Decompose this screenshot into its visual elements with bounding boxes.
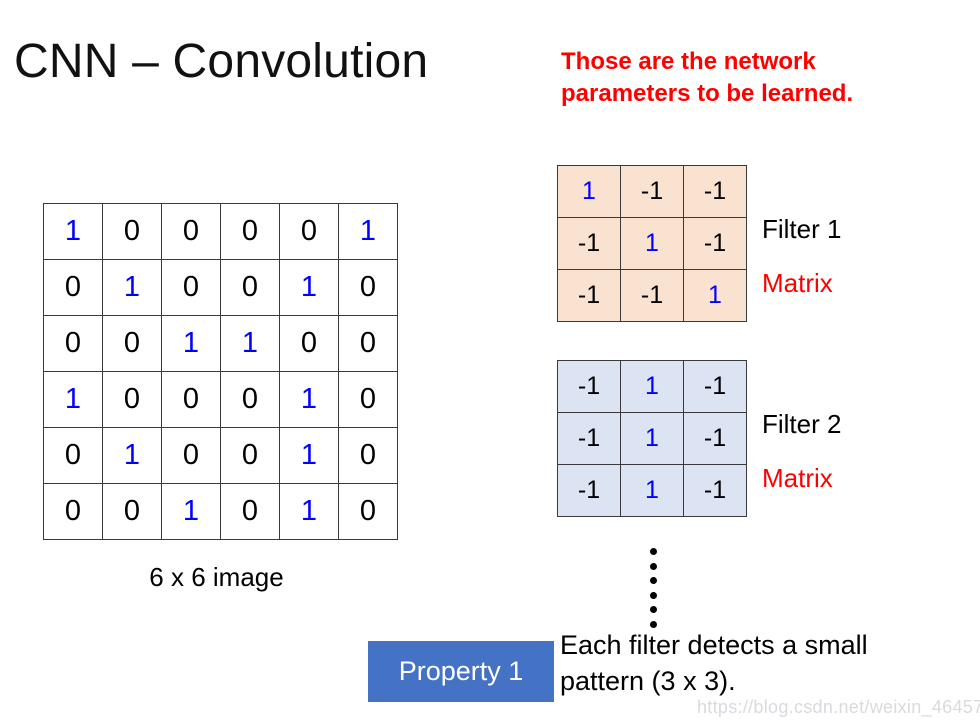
input-matrix-cell-r2c1: 0 xyxy=(43,259,103,316)
filter-2-matrix-word: Matrix xyxy=(762,462,833,493)
filter-1-matrix: 1 -1 -1 -1 1 -1 -1 -1 1 xyxy=(557,165,747,322)
ellipsis-dot xyxy=(649,606,657,614)
input-matrix-cell-r1c2: 0 xyxy=(102,203,162,260)
input-matrix-cell-r1c5: 0 xyxy=(279,203,339,260)
input-matrix-cell-r5c5: 1 xyxy=(279,427,339,484)
input-matrix-cell-r5c2: 1 xyxy=(102,427,162,484)
input-matrix-row: 010010 xyxy=(43,259,398,316)
filter-1-cell-r3c1: -1 xyxy=(557,269,621,322)
filter-1-cell-r2c3: -1 xyxy=(683,217,747,270)
filter-2-cell-r3c3: -1 xyxy=(683,464,747,517)
watermark: https://blog.csdn.net/weixin_46457885 xyxy=(697,697,980,717)
network-parameters-note-line-1: Those are the network xyxy=(561,48,816,75)
filter-2-cell-r3c1: -1 xyxy=(557,464,621,517)
input-matrix-cell-r5c6: 0 xyxy=(338,427,398,484)
input-matrix-cell-r5c1: 0 xyxy=(43,427,103,484)
filter-1-cell-r3c2: -1 xyxy=(620,269,684,322)
input-matrix-cell-r4c2: 0 xyxy=(102,371,162,428)
input-matrix-cell-r6c1: 0 xyxy=(43,483,103,540)
input-matrix-cell-r4c6: 0 xyxy=(338,371,398,428)
filter-1-matrix-word: Matrix xyxy=(762,267,833,298)
input-matrix-cell-r6c4: 0 xyxy=(220,483,280,540)
filter-1-cell-r3c3: 1 xyxy=(683,269,747,322)
input-matrix-row: 010010 xyxy=(43,427,398,484)
input-matrix-cell-r2c5: 1 xyxy=(279,259,339,316)
input-matrix-cell-r5c4: 0 xyxy=(220,427,280,484)
filter-1-name: Filter 1 xyxy=(762,214,842,244)
filter-2-cell-r2c1: -1 xyxy=(557,412,621,465)
ellipsis-dot xyxy=(649,577,657,585)
filter-1-row: 1 -1 -1 xyxy=(557,165,747,218)
network-parameters-note-line-2: parameters to be learned. xyxy=(561,79,854,107)
filter-2-cell-r1c1: -1 xyxy=(557,360,621,413)
input-matrix-cell-r4c1: 1 xyxy=(43,371,103,428)
filter-2-row: -1 1 -1 xyxy=(557,412,747,465)
input-matrix-cell-r6c6: 0 xyxy=(338,483,398,540)
input-matrix-cell-r3c2: 0 xyxy=(102,315,162,372)
property-1-description: Each filter detects a small pattern (3 x … xyxy=(560,628,975,699)
input-matrix-cell-r4c5: 1 xyxy=(279,371,339,428)
input-matrix-cell-r2c4: 0 xyxy=(220,259,280,316)
filter-1-cell-r1c2: -1 xyxy=(620,165,684,218)
network-parameters-note: Those are the network parameters to be le… xyxy=(561,46,971,110)
filter-1-cell-r1c1: 1 xyxy=(557,165,621,218)
input-matrix-cell-r6c2: 0 xyxy=(102,483,162,540)
ellipsis-dot xyxy=(649,591,657,599)
input-matrix-cell-r1c4: 0 xyxy=(220,203,280,260)
filter-2-cell-r2c3: -1 xyxy=(683,412,747,465)
filter-2-cell-r3c2: 1 xyxy=(620,464,684,517)
filter-1-row: -1 1 -1 xyxy=(557,217,747,270)
input-matrix-cell-r2c6: 0 xyxy=(338,259,398,316)
property-1-badge: Property 1 xyxy=(368,641,554,702)
property-1-description-line-2: pattern (3 x 3). xyxy=(560,665,736,696)
filter-2-label-block: Filter 2 Matrix xyxy=(762,409,842,494)
input-matrix-cell-r1c3: 0 xyxy=(161,203,221,260)
input-matrix-cell-r6c5: 1 xyxy=(279,483,339,540)
input-matrix-row: 001100 xyxy=(43,315,398,372)
vertical-ellipsis-icon xyxy=(646,548,660,628)
filter-1-cell-r2c1: -1 xyxy=(557,217,621,270)
input-matrix-row: 100001 xyxy=(43,203,398,260)
filter-2-matrix: -1 1 -1 -1 1 -1 -1 1 -1 xyxy=(557,360,747,517)
input-matrix-cell-r1c1: 1 xyxy=(43,203,103,260)
input-matrix-row: 001010 xyxy=(43,483,398,540)
page-title: CNN – Convolution xyxy=(14,35,429,89)
input-matrix-cell-r3c6: 0 xyxy=(338,315,398,372)
filter-2-name: Filter 2 xyxy=(762,409,842,439)
property-1-description-line-1: Each filter detects a small xyxy=(560,630,868,660)
input-matrix-cell-r1c6: 1 xyxy=(338,203,398,260)
filter-2-row: -1 1 -1 xyxy=(557,464,747,517)
input-image-matrix: 100001010010001100100010010010001010 xyxy=(43,203,398,540)
input-matrix-cell-r2c2: 1 xyxy=(102,259,162,316)
filter-1-label-block: Filter 1 Matrix xyxy=(762,214,842,299)
ellipsis-dot xyxy=(649,562,657,570)
input-matrix-cell-r3c4: 1 xyxy=(220,315,280,372)
input-matrix-cell-r3c5: 0 xyxy=(279,315,339,372)
ellipsis-dot xyxy=(649,548,657,555)
input-matrix-cell-r3c1: 0 xyxy=(43,315,103,372)
input-matrix-cell-r4c3: 0 xyxy=(161,371,221,428)
ellipsis-dot xyxy=(649,620,657,628)
filter-2-row: -1 1 -1 xyxy=(557,360,747,413)
filter-2-cell-r1c3: -1 xyxy=(683,360,747,413)
filter-1-cell-r1c3: -1 xyxy=(683,165,747,218)
input-matrix-cell-r3c3: 1 xyxy=(161,315,221,372)
input-matrix-cell-r2c3: 0 xyxy=(161,259,221,316)
input-matrix-cell-r6c3: 1 xyxy=(161,483,221,540)
input-matrix-cell-r4c4: 0 xyxy=(220,371,280,428)
filter-1-row: -1 -1 1 xyxy=(557,269,747,322)
input-matrix-caption: 6 x 6 image xyxy=(149,562,284,592)
filter-2-cell-r2c2: 1 xyxy=(620,412,684,465)
filter-1-cell-r2c2: 1 xyxy=(620,217,684,270)
input-matrix-row: 100010 xyxy=(43,371,398,428)
filter-2-cell-r1c2: 1 xyxy=(620,360,684,413)
input-matrix-cell-r5c3: 0 xyxy=(161,427,221,484)
